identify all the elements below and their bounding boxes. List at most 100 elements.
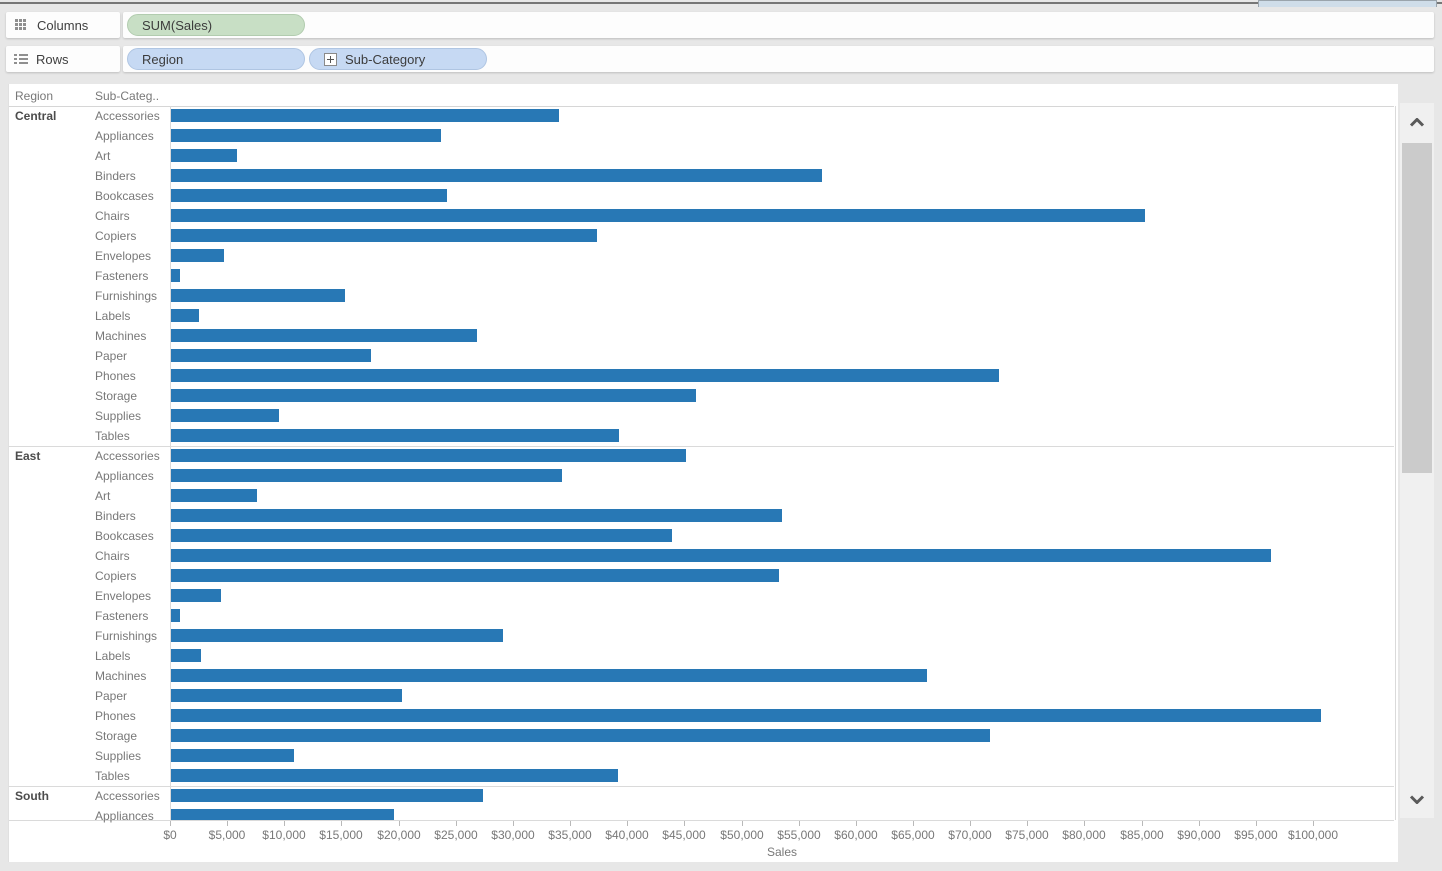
- x-axis-tick: [913, 821, 914, 826]
- subcategory-row-header[interactable]: Envelopes: [95, 246, 151, 266]
- subcategory-row-header[interactable]: Envelopes: [95, 586, 151, 606]
- subcategory-row-header[interactable]: Machines: [95, 666, 146, 686]
- scrollbar-thumb[interactable]: [1402, 143, 1432, 473]
- x-axis-tick-label: $30,000: [491, 828, 535, 842]
- subcategory-row-header[interactable]: Paper: [95, 346, 127, 366]
- sales-bar[interactable]: [171, 129, 441, 142]
- sales-bar[interactable]: [171, 109, 559, 122]
- sales-bar[interactable]: [171, 769, 618, 782]
- sales-bar[interactable]: [171, 349, 371, 362]
- subcategory-row-header[interactable]: Accessories: [95, 446, 160, 466]
- subcategory-row-header[interactable]: Fasteners: [95, 266, 148, 286]
- rows-shelf-label: Rows: [6, 46, 120, 72]
- x-axis-tick: [399, 821, 400, 826]
- subcategory-row-header[interactable]: Copiers: [95, 226, 136, 246]
- subcategory-row-header[interactable]: Art: [95, 486, 110, 506]
- sales-bar[interactable]: [171, 569, 779, 582]
- pill-sum-sales[interactable]: SUM(Sales): [127, 14, 305, 36]
- subcategory-row-header[interactable]: Binders: [95, 166, 136, 186]
- sales-bar[interactable]: [171, 269, 180, 282]
- subcategory-row-header[interactable]: Furnishings: [95, 626, 157, 646]
- sales-bar[interactable]: [171, 329, 477, 342]
- subcategory-row-header[interactable]: Furnishings: [95, 286, 157, 306]
- subcategory-row-header[interactable]: Appliances: [95, 126, 154, 146]
- rows-shelf-droparea[interactable]: Region Sub-Category: [123, 46, 1434, 72]
- sales-bar[interactable]: [171, 489, 257, 502]
- subcategory-row-header[interactable]: Accessories: [95, 786, 160, 806]
- subcategory-row-header[interactable]: Bookcases: [95, 526, 154, 546]
- sales-bar[interactable]: [171, 449, 686, 462]
- sales-bar[interactable]: [171, 609, 180, 622]
- sales-bar[interactable]: [171, 649, 201, 662]
- x-axis-tick: [799, 821, 800, 826]
- x-axis-tick: [227, 821, 228, 826]
- subcategory-row-header[interactable]: Labels: [95, 646, 130, 666]
- subcategory-row-header[interactable]: Copiers: [95, 566, 136, 586]
- x-axis-tick-label: $20,000: [377, 828, 421, 842]
- sales-bar[interactable]: [171, 229, 597, 242]
- sales-bar[interactable]: [171, 429, 619, 442]
- sales-bar[interactable]: [171, 589, 221, 602]
- list-rows-icon: [14, 53, 28, 65]
- subcategory-row-header[interactable]: Storage: [95, 386, 137, 406]
- subcategory-row-header[interactable]: Labels: [95, 306, 130, 326]
- subcategory-row-header[interactable]: Binders: [95, 506, 136, 526]
- scroll-down-button[interactable]: [1400, 780, 1434, 818]
- sales-bar[interactable]: [171, 309, 199, 322]
- sales-bar[interactable]: [171, 509, 782, 522]
- subcategory-row-header[interactable]: Fasteners: [95, 606, 148, 626]
- sales-bar[interactable]: [171, 209, 1145, 222]
- subcategory-row-header[interactable]: Tables: [95, 766, 130, 786]
- columns-shelf-droparea[interactable]: SUM(Sales): [123, 12, 1434, 38]
- sales-bar[interactable]: [171, 189, 447, 202]
- subcategory-column-header[interactable]: Sub-Categ..: [95, 89, 159, 103]
- region-row-header[interactable]: South: [15, 789, 49, 803]
- sales-bar[interactable]: [171, 689, 402, 702]
- sales-bar[interactable]: [171, 249, 224, 262]
- region-row-header[interactable]: Central: [15, 109, 56, 123]
- subcategory-row-header[interactable]: Machines: [95, 326, 146, 346]
- subcategory-row-header[interactable]: Chairs: [95, 206, 130, 226]
- subcategory-row-header[interactable]: Bookcases: [95, 186, 154, 206]
- grid-columns-icon: [15, 18, 28, 32]
- subcategory-row-header[interactable]: Appliances: [95, 806, 154, 826]
- sales-bar[interactable]: [171, 549, 1271, 562]
- x-axis-tick: [170, 821, 171, 826]
- x-axis-tick-label: $40,000: [605, 828, 649, 842]
- sales-bar[interactable]: [171, 709, 1321, 722]
- subcategory-row-header[interactable]: Storage: [95, 726, 137, 746]
- sales-bar[interactable]: [171, 409, 279, 422]
- pill-region[interactable]: Region: [127, 48, 305, 70]
- subcategory-row-header[interactable]: Art: [95, 146, 110, 166]
- scroll-up-button[interactable]: [1400, 103, 1434, 141]
- sales-bar[interactable]: [171, 469, 562, 482]
- subcategory-row-header[interactable]: Appliances: [95, 466, 154, 486]
- sales-bar[interactable]: [171, 529, 672, 542]
- pill-sub-category[interactable]: Sub-Category: [309, 48, 487, 70]
- sales-bar[interactable]: [171, 289, 345, 302]
- sales-bar[interactable]: [171, 749, 294, 762]
- subcategory-row-header[interactable]: Chairs: [95, 546, 130, 566]
- subcategory-row-header[interactable]: Paper: [95, 686, 127, 706]
- sales-bar[interactable]: [171, 629, 503, 642]
- expand-plus-icon[interactable]: [324, 52, 337, 66]
- subcategory-row-header[interactable]: Phones: [95, 706, 136, 726]
- x-axis-tick-label: $60,000: [834, 828, 878, 842]
- sales-bar[interactable]: [171, 809, 394, 820]
- subcategory-row-header[interactable]: Accessories: [95, 106, 160, 126]
- subcategory-row-header[interactable]: Supplies: [95, 406, 141, 426]
- sales-bar[interactable]: [171, 389, 696, 402]
- subcategory-row-header[interactable]: Phones: [95, 366, 136, 386]
- sales-bar[interactable]: [171, 669, 927, 682]
- sales-bar[interactable]: [171, 729, 990, 742]
- subcategory-row-header[interactable]: Tables: [95, 426, 130, 446]
- region-row-header[interactable]: East: [15, 449, 40, 463]
- region-column-header[interactable]: Region: [15, 89, 53, 103]
- sales-bar[interactable]: [171, 169, 822, 182]
- sales-bar[interactable]: [171, 789, 483, 802]
- sales-bar[interactable]: [171, 369, 999, 382]
- vertical-scrollbar[interactable]: [1400, 103, 1434, 818]
- x-axis-tick-label: $80,000: [1062, 828, 1106, 842]
- subcategory-row-header[interactable]: Supplies: [95, 746, 141, 766]
- sales-bar[interactable]: [171, 149, 237, 162]
